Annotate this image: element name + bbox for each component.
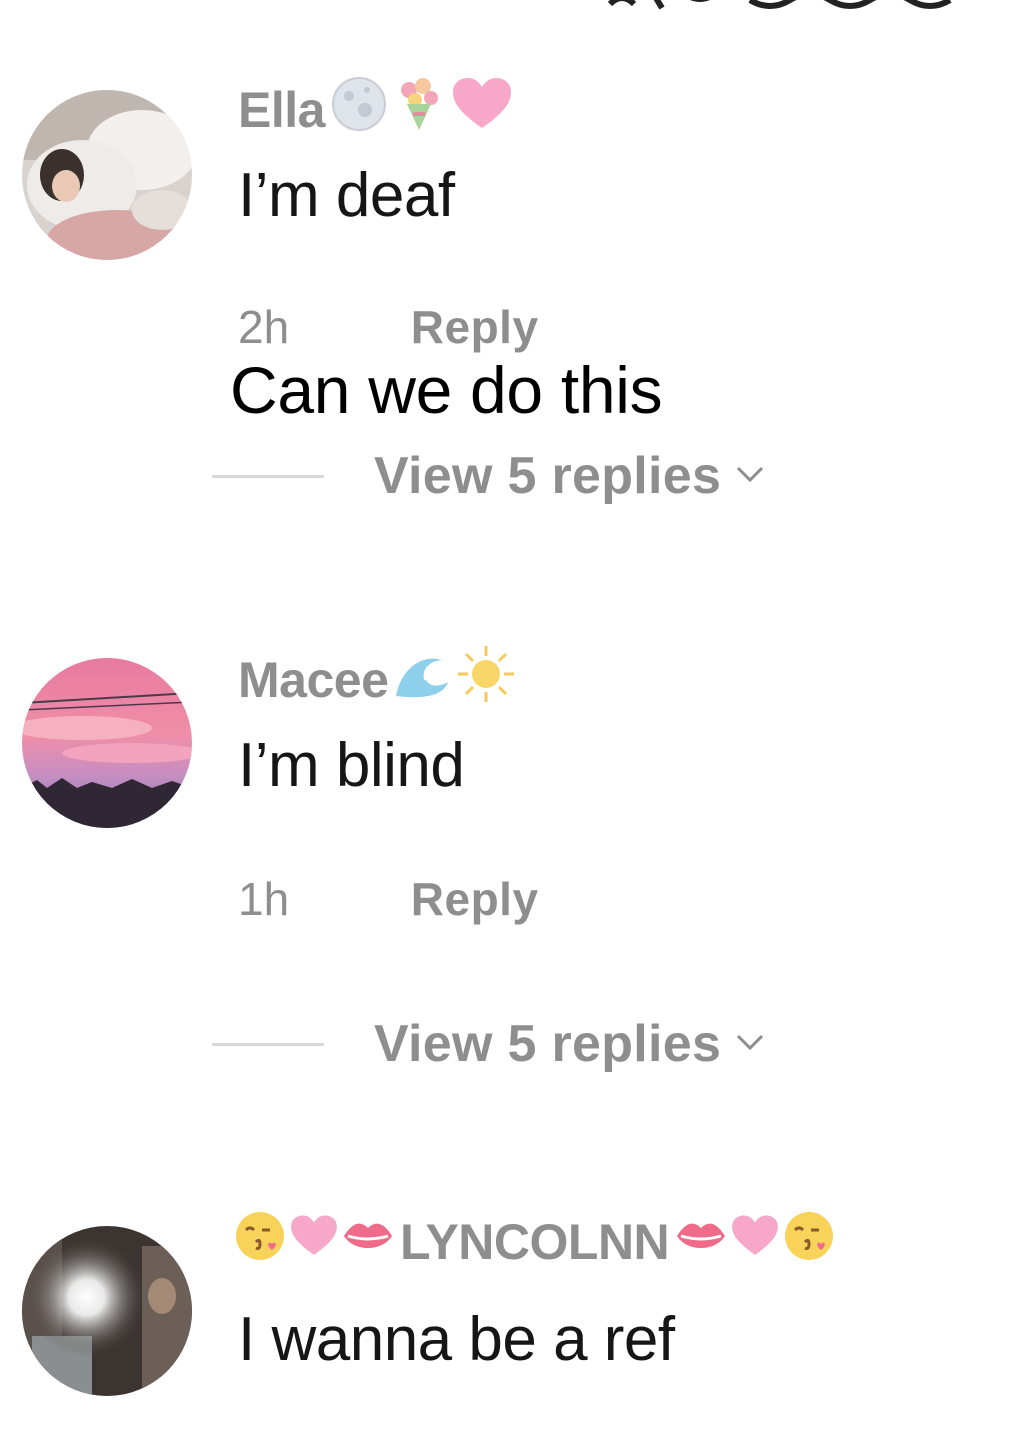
chevron-down-icon bbox=[735, 1032, 765, 1057]
view-replies-button[interactable]: View 5 replies bbox=[212, 446, 765, 506]
moon-icon bbox=[329, 74, 389, 146]
username-text: LYNCOLNN bbox=[400, 1214, 670, 1270]
kissing-face-icon bbox=[781, 1208, 837, 1276]
lips-icon bbox=[340, 1212, 396, 1272]
username-text: Macee bbox=[238, 652, 389, 708]
wave-icon bbox=[392, 644, 456, 716]
kissing-face-icon bbox=[232, 1208, 288, 1276]
view-replies-label: View 5 replies bbox=[374, 447, 722, 505]
cropped-previous-text bbox=[600, 0, 960, 14]
reply-button[interactable]: Reply bbox=[411, 873, 539, 925]
pink-heart-icon bbox=[449, 74, 515, 146]
sun-icon bbox=[456, 644, 516, 716]
lips-icon bbox=[673, 1212, 729, 1272]
view-replies-button[interactable]: View 5 replies bbox=[212, 1014, 765, 1074]
replies-divider-line bbox=[212, 474, 324, 478]
comment-username[interactable]: Macee bbox=[238, 644, 516, 716]
replies-divider-line bbox=[212, 1042, 324, 1046]
comment-username[interactable]: LYNCOLNN bbox=[232, 1208, 837, 1276]
comment-time: 1h bbox=[238, 873, 290, 925]
avatar[interactable] bbox=[22, 90, 192, 260]
pink-heart-icon bbox=[729, 1212, 781, 1272]
username-text: Ella bbox=[238, 82, 325, 138]
comment-text: I wanna be a ref bbox=[238, 1305, 675, 1374]
pink-heart-icon bbox=[288, 1212, 340, 1272]
comment-time: 2h bbox=[238, 301, 290, 353]
comment-meta: 1h Reply bbox=[238, 872, 539, 926]
avatar[interactable] bbox=[22, 658, 192, 828]
reply-button[interactable]: Reply bbox=[411, 301, 539, 353]
chevron-down-icon bbox=[735, 464, 765, 489]
comment-meta: 2h Reply bbox=[238, 300, 539, 354]
comment-username[interactable]: Ella bbox=[238, 74, 515, 146]
overlay-caption: Can we do this bbox=[230, 353, 663, 427]
comment-text: I’m deaf bbox=[238, 161, 455, 230]
view-replies-label: View 5 replies bbox=[374, 1015, 722, 1073]
comment-text: I’m blind bbox=[238, 731, 465, 800]
avatar[interactable] bbox=[22, 1226, 192, 1396]
bouquet-icon bbox=[389, 74, 449, 146]
